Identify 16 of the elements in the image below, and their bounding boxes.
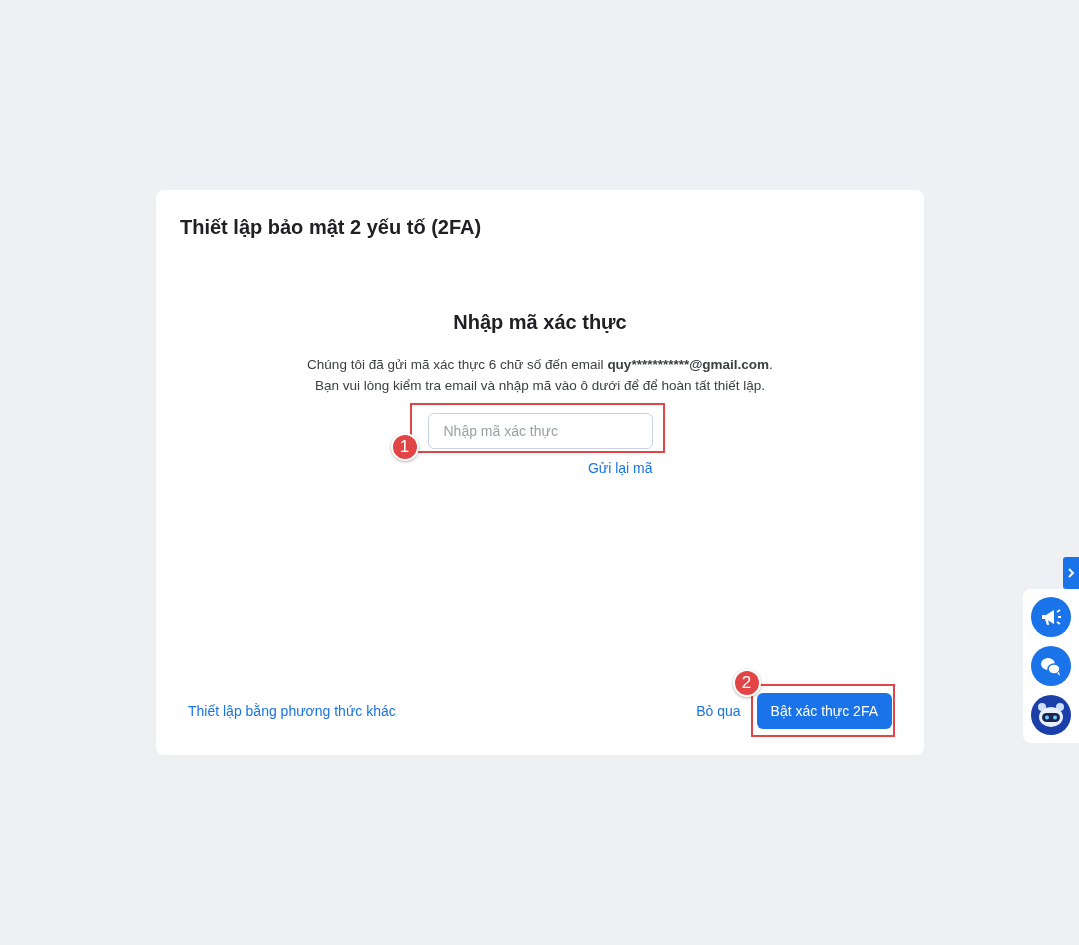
bot-avatar-icon[interactable] — [1031, 695, 1071, 735]
section-heading: Nhập mã xác thực — [453, 311, 627, 334]
enable-2fa-button[interactable]: Bật xác thực 2FA — [756, 693, 892, 729]
dialog-title: Thiết lập bảo mật 2 yếu tố (2FA) — [180, 216, 483, 239]
step-badge: 2 — [732, 669, 761, 697]
chevron-right-icon — [1067, 567, 1075, 579]
step-badge: 1 — [390, 433, 419, 461]
expand-tab[interactable] — [1063, 557, 1079, 589]
code-input-field[interactable]: Nhập mã xác thực — [427, 413, 653, 449]
chat-bubbles-icon[interactable] — [1031, 646, 1071, 686]
resend-link[interactable]: Gửi lại mã — [587, 460, 653, 476]
instruction-text: Chúng tôi đã gửi mã xác thực 6 chữ số đến email quy***********@gmail.com. — [307, 356, 773, 374]
instruction-text: Bạn vui lòng kiểm tra email và nhập mã vào ô dưới để để hoàn tất thiết lập. — [313, 377, 767, 395]
skip-link[interactable]: Bỏ qua — [696, 703, 741, 719]
alt-method-link[interactable]: Thiết lập bằng phương thức khác — [188, 703, 396, 719]
megaphone-icon[interactable] — [1031, 597, 1071, 637]
